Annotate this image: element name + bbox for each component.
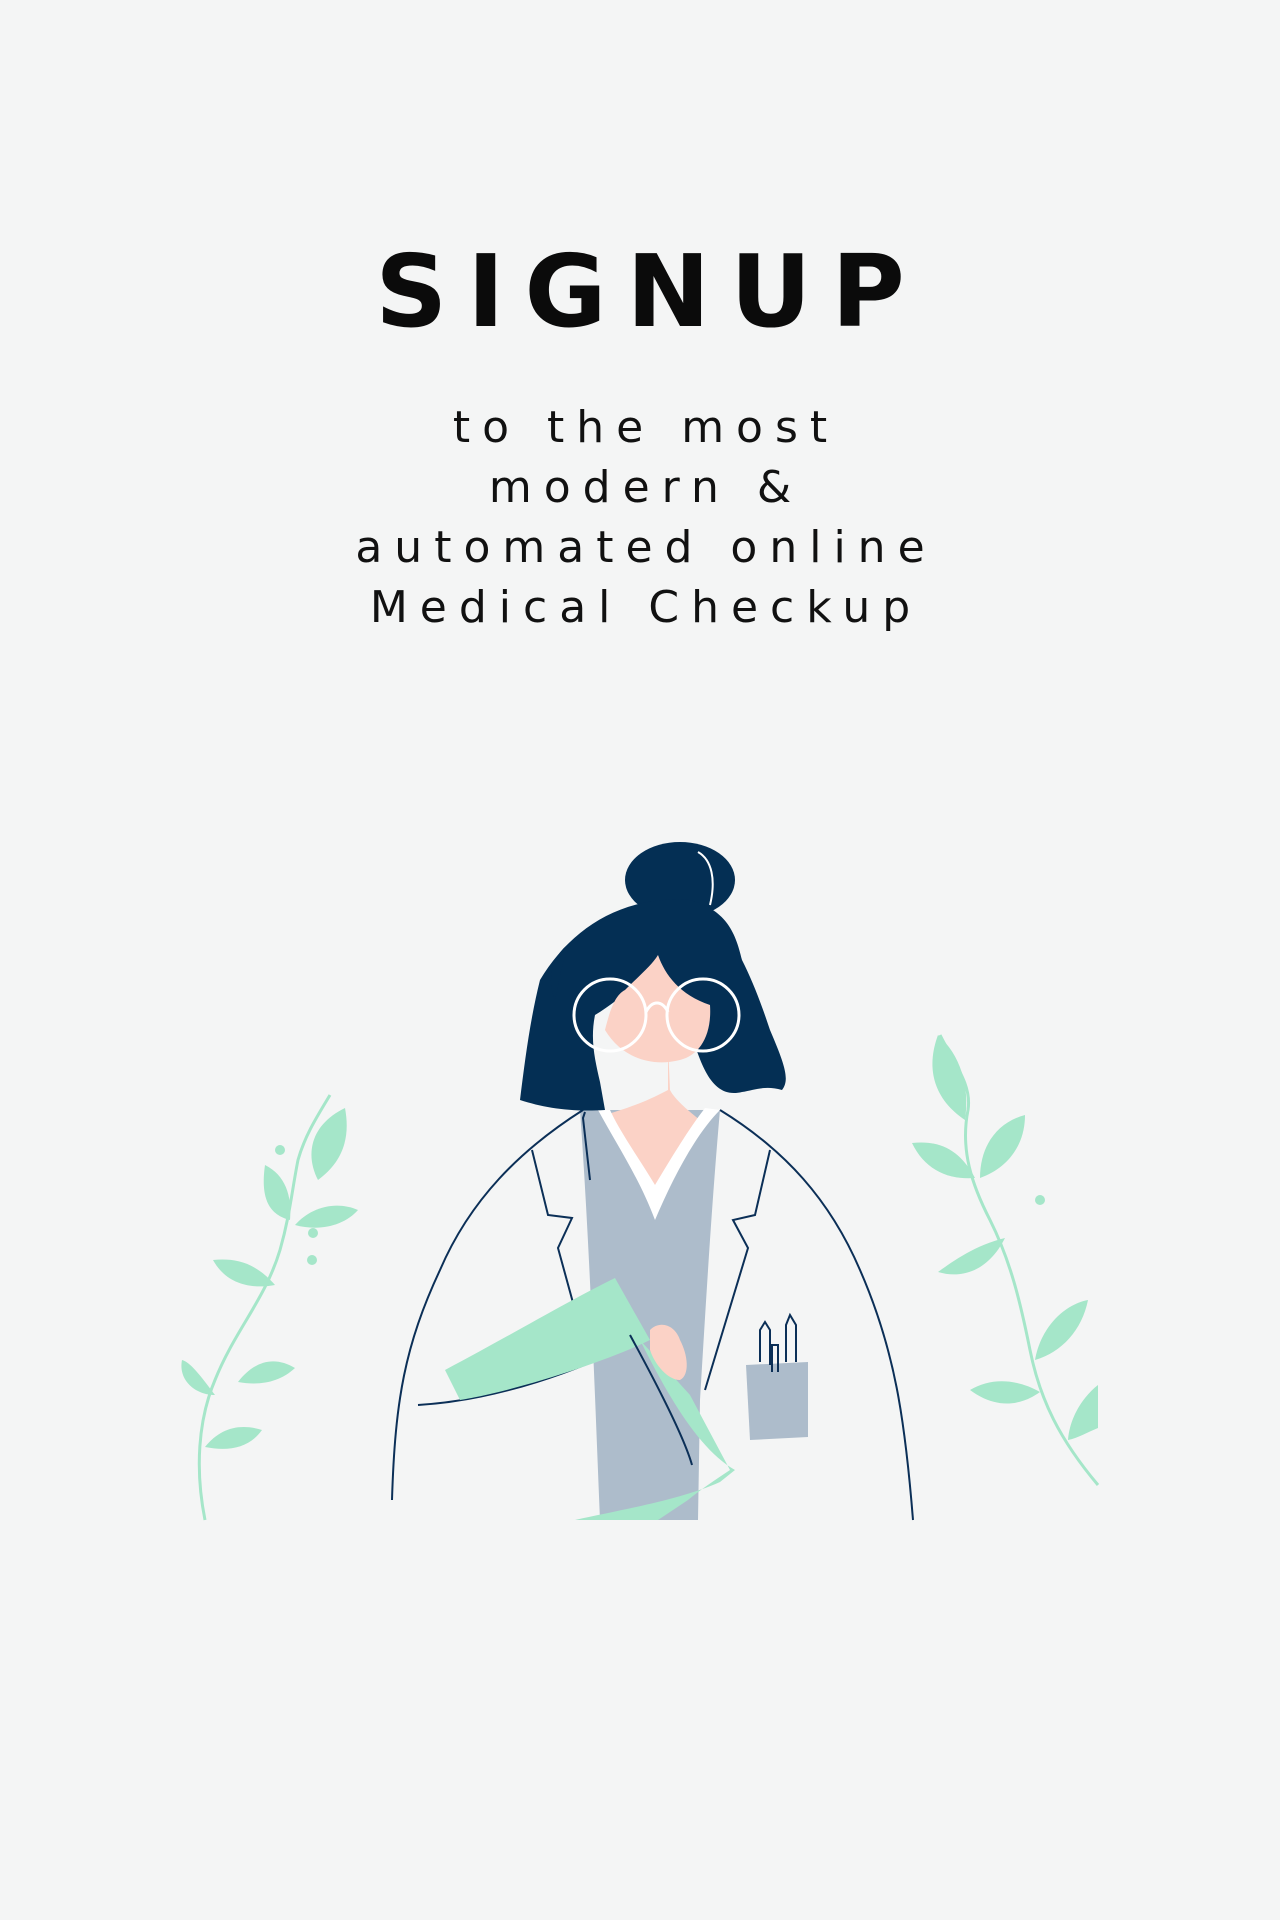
page-title: SIGNUP [375, 233, 925, 350]
subtitle-line: to the most [452, 402, 840, 453]
right-leaf-vine-icon [912, 1034, 1100, 1486]
subtitle-line: modern & [488, 462, 804, 513]
doctor-figure [391, 842, 914, 1521]
subtitle: to the most modern & automated online Me… [0, 398, 1280, 638]
pocket-pens-icon [746, 1312, 808, 1440]
signup-page: SIGNUP to the most modern & automated on… [0, 0, 1280, 1920]
subtitle-line: automated online [355, 522, 937, 573]
subtitle-line: Medical Checkup [369, 582, 923, 633]
left-leaf-vine-icon [181, 1094, 358, 1521]
